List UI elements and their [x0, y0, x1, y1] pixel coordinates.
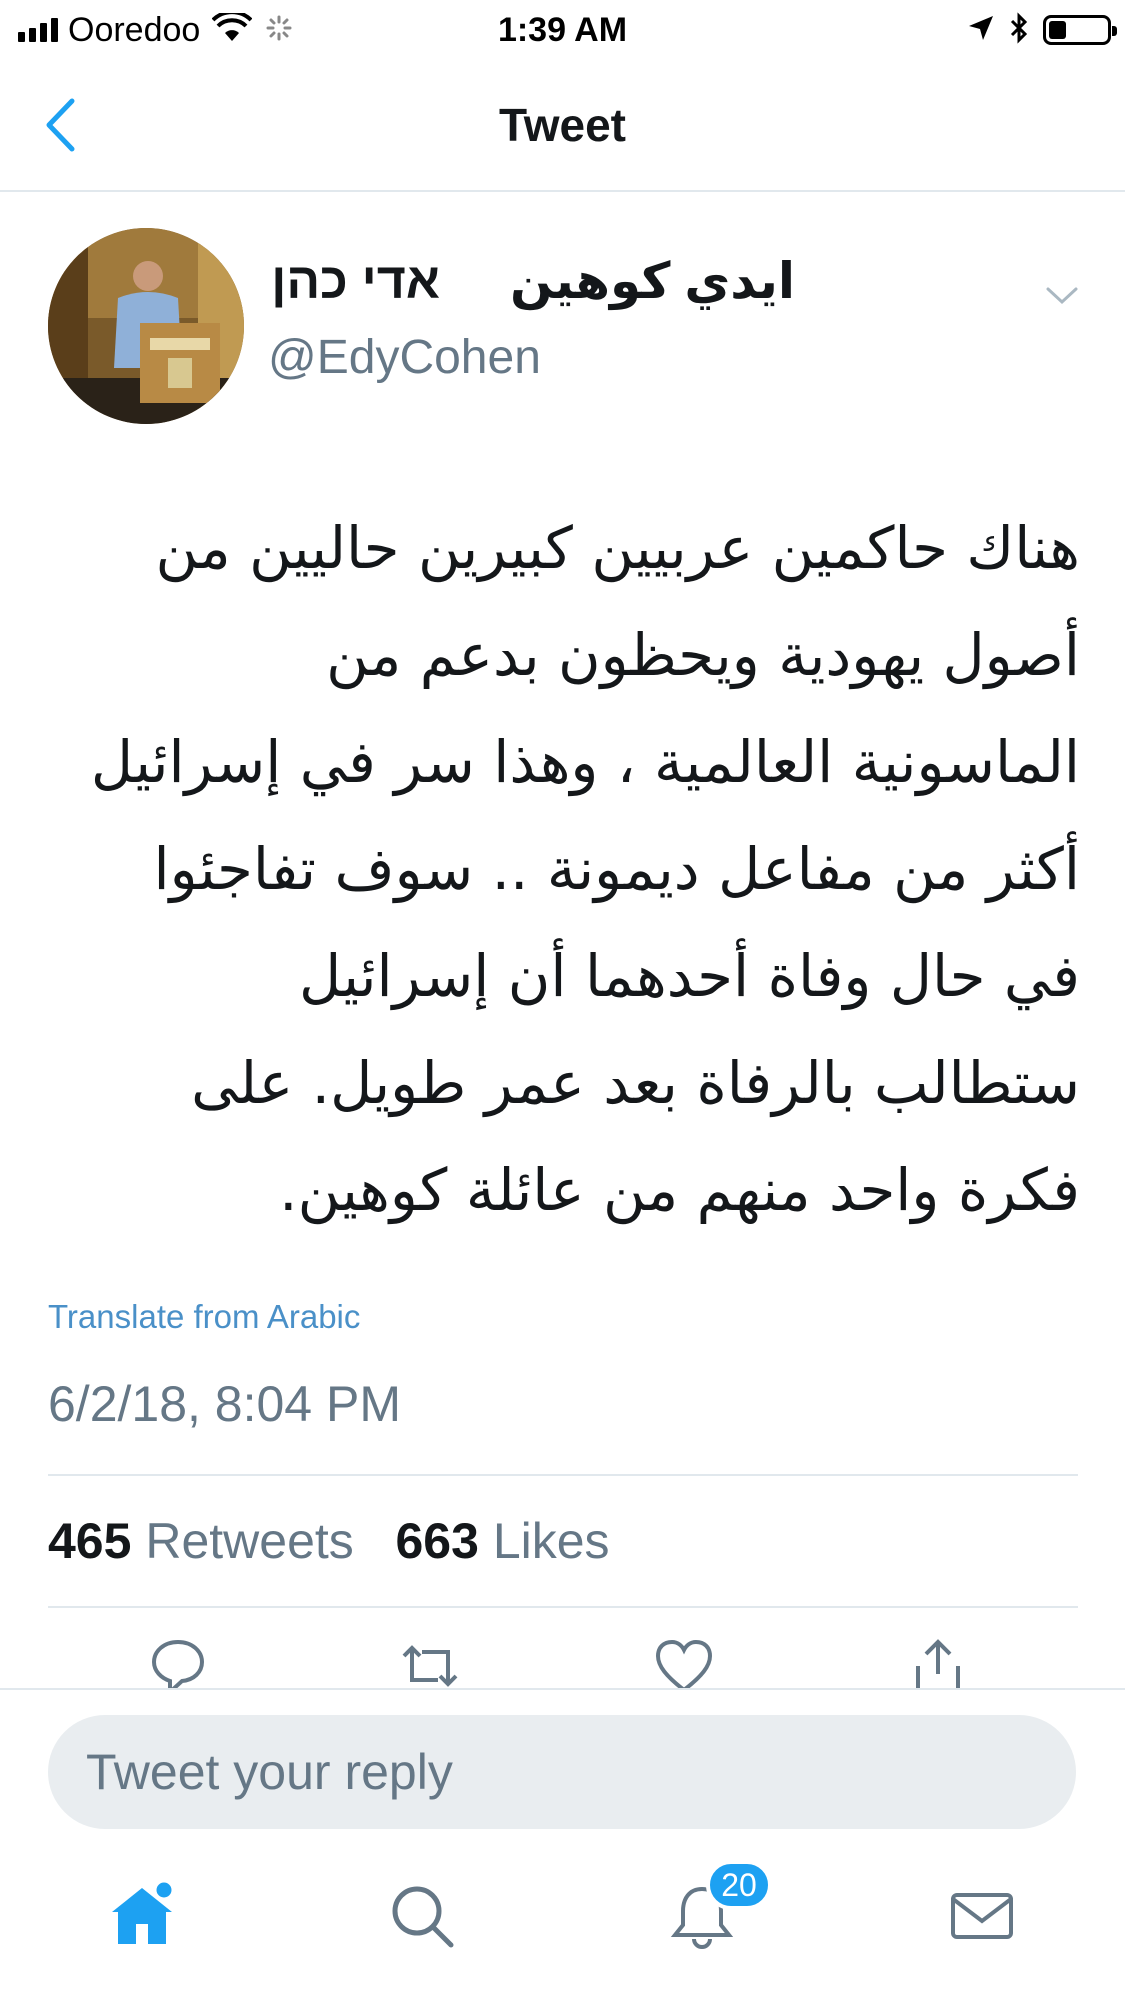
location-arrow-icon — [967, 14, 995, 47]
tweet-text-line: فكرة واحد منهم من عائلة كوهين. — [279, 1156, 1080, 1224]
tweet-text-line: أكثر من مفاعل ديمونة .. سوف تفاجئوا — [153, 835, 1080, 903]
reply-composer: 20 — [0, 1688, 1125, 2000]
home-icon — [104, 1878, 180, 1959]
bluetooth-icon — [1009, 11, 1029, 49]
tweet-text-line: ستطالب بالرفاة بعد عمر طويل. على — [191, 1049, 1080, 1117]
retweets-count: 465 — [48, 1513, 132, 1569]
avatar[interactable] — [48, 228, 244, 424]
tweet-actions — [0, 1630, 1125, 1690]
retweet-button[interactable] — [398, 1634, 462, 1690]
tab-bar: 20 — [0, 1860, 1125, 2000]
author-handle[interactable]: @EdyCohen — [268, 330, 541, 385]
author-name[interactable]: ايدي كوهين אדי כהן — [271, 252, 795, 310]
divider — [48, 1606, 1078, 1608]
reply-input[interactable] — [48, 1715, 1076, 1829]
status-time: 1:39 AM — [497, 11, 628, 49]
status-bar-right — [967, 10, 1117, 50]
tab-messages[interactable] — [934, 1870, 1030, 1966]
translate-link[interactable]: Translate from Arabic — [48, 1298, 360, 1336]
navigation-bar: Tweet — [0, 62, 1125, 192]
retweets-stat[interactable]: 465 Retweets — [48, 1513, 354, 1569]
notifications-badge: 20 — [706, 1860, 772, 1910]
likes-stat[interactable]: 663 Likes — [395, 1513, 609, 1569]
tweet-text-line: الماسونية العالمية ، وهذا سر في إسرائيل — [90, 728, 1080, 796]
tweet-menu-button[interactable] — [1040, 278, 1084, 312]
author-name-hebrew: אדי כהן — [271, 253, 440, 309]
tweet-text-line: هناك حاكمين عربيين كبيرين حاليين من — [155, 514, 1080, 582]
likes-label: Likes — [492, 1513, 610, 1569]
battery-icon — [1043, 15, 1117, 45]
status-bar: Ooredoo 1:39 AM — [0, 0, 1125, 62]
author-name-arabic: ايدي كوهين — [509, 253, 795, 309]
chevron-down-icon — [1040, 287, 1084, 316]
tweet-timestamp: 6/2/18, 8:04 PM — [48, 1376, 402, 1432]
battery-level — [1049, 21, 1066, 39]
messages-icon — [947, 1881, 1017, 1956]
tweet-text-line: في حال وفاة أحدهما أن إسرائيل — [298, 942, 1080, 1010]
tweet-text-line: أصول يهودية ويحظون بدعم من — [326, 621, 1080, 689]
tab-home[interactable] — [94, 1870, 190, 1966]
divider — [48, 1474, 1078, 1476]
share-button[interactable] — [906, 1634, 970, 1690]
tweet-stats: 465 Retweets 663 Likes — [48, 1512, 610, 1570]
page-title: Tweet — [499, 99, 626, 151]
like-button[interactable] — [652, 1634, 716, 1690]
likes-count: 663 — [395, 1513, 479, 1569]
reply-button[interactable] — [146, 1634, 210, 1690]
tab-search[interactable] — [374, 1870, 470, 1966]
search-icon — [387, 1881, 457, 1956]
retweets-label: Retweets — [145, 1513, 354, 1569]
tweet-text: هناك حاكمين عربيين كبيرين حاليين من أصول… — [40, 495, 1080, 1244]
